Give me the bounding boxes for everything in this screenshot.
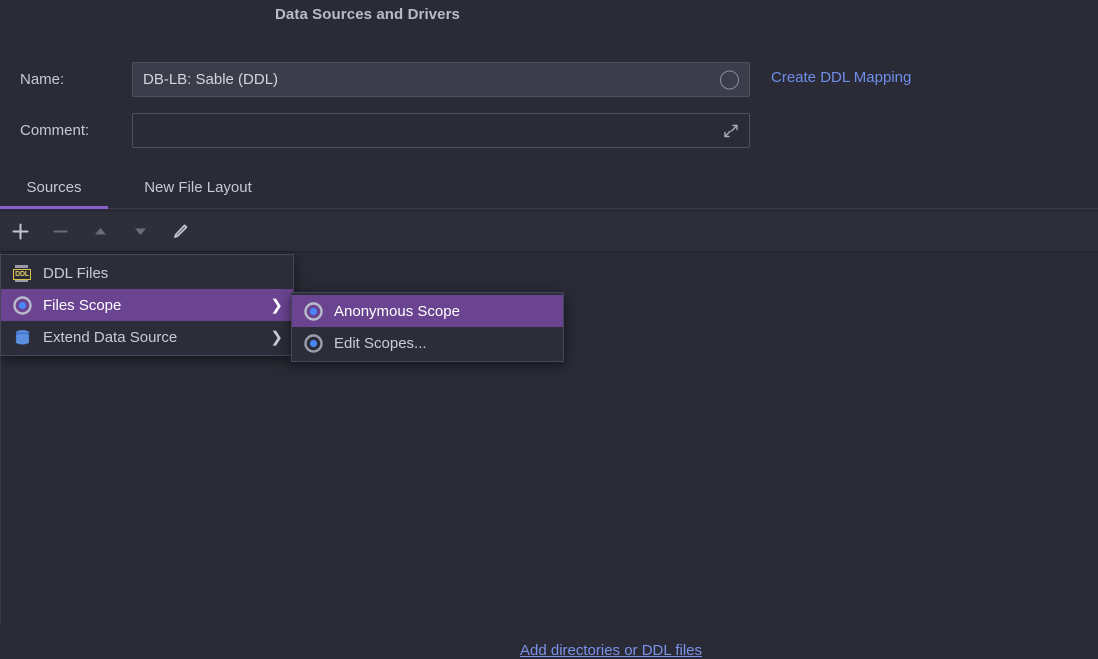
tab-selected-underline: [0, 206, 108, 209]
create-ddl-mapping-link[interactable]: Create DDL Mapping: [771, 69, 911, 86]
expand-arrows-icon[interactable]: [722, 122, 740, 140]
edit-button[interactable]: [160, 212, 200, 251]
move-down-button[interactable]: [120, 212, 160, 251]
name-input[interactable]: DB-LB: Sable (DDL): [132, 62, 750, 97]
sources-toolbar: [0, 212, 1098, 252]
target-icon: [303, 333, 323, 353]
menu-item-edit-scopes[interactable]: Edit Scopes...: [292, 327, 563, 359]
add-button[interactable]: [0, 212, 40, 251]
move-up-button[interactable]: [80, 212, 120, 251]
menu-item-label: Anonymous Scope: [334, 303, 553, 320]
comment-input[interactable]: [132, 113, 750, 148]
ddl-file-icon: DDL: [12, 263, 32, 283]
page-title: Data Sources and Drivers: [0, 6, 735, 23]
name-form-row: Name: DB-LB: Sable (DDL): [0, 62, 750, 97]
target-icon: [12, 295, 32, 315]
database-icon: [12, 327, 32, 347]
chevron-right-icon: ❯: [270, 330, 283, 345]
remove-button[interactable]: [40, 212, 80, 251]
target-icon: [303, 301, 323, 321]
menu-item-label: DDL Files: [43, 265, 283, 282]
menu-item-label: Extend Data Source: [43, 329, 262, 346]
menu-item-label: Files Scope: [43, 297, 262, 314]
menu-item-files-scope[interactable]: Files Scope ❯: [1, 289, 293, 321]
menu-item-label: Edit Scopes...: [334, 335, 553, 352]
add-directories-or-ddl-files-link[interactable]: Add directories or DDL files: [520, 642, 702, 659]
menu-item-extend-data-source[interactable]: Extend Data Source ❯: [1, 321, 293, 353]
name-input-value: DB-LB: Sable (DDL): [133, 71, 278, 88]
color-indicator-icon[interactable]: [720, 70, 739, 89]
add-source-menu: DDL DDL Files Files Scope ❯ Extend Dat: [0, 254, 294, 356]
tab-baseline: [0, 208, 1098, 209]
files-scope-submenu: Anonymous Scope Edit Scopes...: [291, 292, 564, 362]
menu-item-ddl-files[interactable]: DDL DDL Files: [1, 257, 293, 289]
chevron-right-icon: ❯: [270, 298, 283, 313]
tab-strip: Sources New File Layout: [0, 170, 1098, 209]
menu-item-anonymous-scope[interactable]: Anonymous Scope: [292, 295, 563, 327]
name-label: Name:: [0, 71, 132, 88]
tab-new-file-layout[interactable]: New File Layout: [108, 170, 288, 209]
tab-sources[interactable]: Sources: [0, 170, 108, 209]
comment-label: Comment:: [0, 122, 132, 139]
comment-form-row: Comment:: [0, 113, 750, 148]
